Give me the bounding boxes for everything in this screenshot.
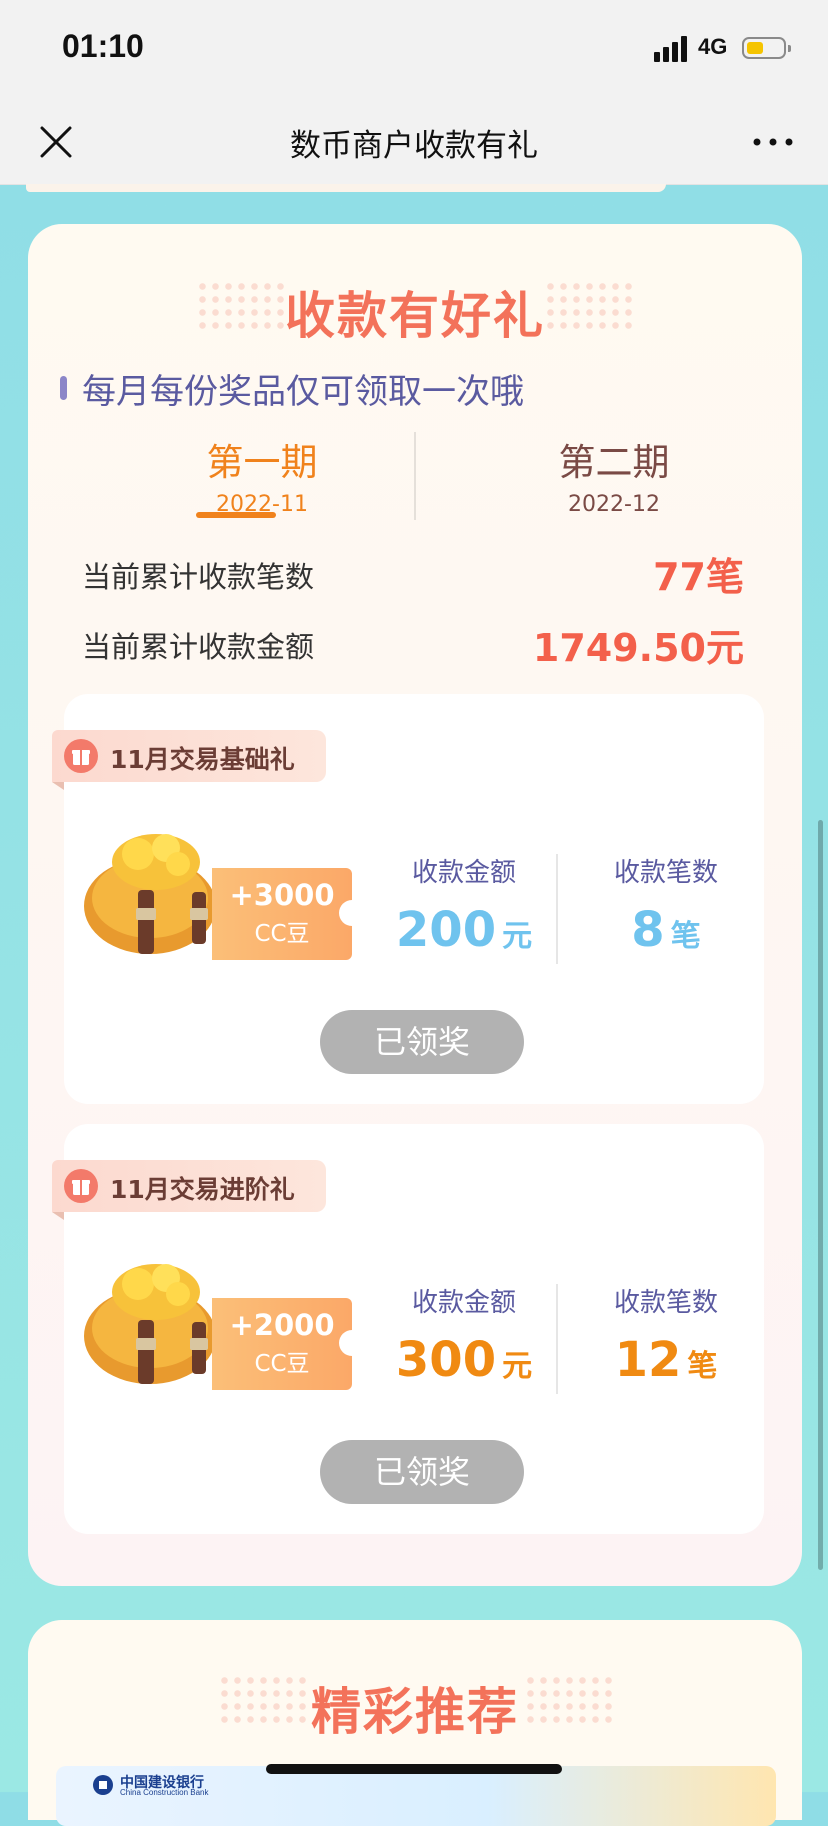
amount-label: 收款金额 xyxy=(411,858,516,888)
count-value: 12 笔 xyxy=(576,1332,756,1388)
battery-icon xyxy=(742,37,791,59)
section-title: 收款有好礼 xyxy=(285,287,545,345)
active-tab-indicator xyxy=(196,512,276,518)
more-icon[interactable] xyxy=(750,128,796,156)
reward-panel-advanced: 11月交易进阶礼 +2000 CC豆 收款金额 300 元 收款笔数 12 笔 已领… xyxy=(52,1124,764,1534)
cc-unit: CC豆 xyxy=(254,921,310,947)
recommend-title: 精彩推荐 xyxy=(311,1683,519,1741)
cc-amount: +3000 xyxy=(229,878,335,912)
reward-tag-label: 11月交易进阶礼 xyxy=(110,1175,295,1204)
stat-amount-label: 当前累计收款金额 xyxy=(82,630,315,664)
status-bar: 01:10 4G xyxy=(0,0,828,100)
reward-tag-label: 11月交易基础礼 xyxy=(110,745,295,774)
cc-unit: CC豆 xyxy=(254,1351,310,1377)
previous-card-edge xyxy=(26,184,666,192)
count-value: 8笔 xyxy=(576,902,756,958)
bank-name-en: China Construction Bank xyxy=(120,1788,209,1797)
gift-icon xyxy=(64,739,98,773)
network-type: 4G xyxy=(698,34,728,59)
amount-unit: 元 xyxy=(502,1349,533,1384)
stat-amount-value: 1749.50元 xyxy=(532,626,744,670)
period-name: 第二期 xyxy=(558,441,670,484)
amount-unit: 元 xyxy=(502,919,533,954)
home-indicator[interactable] xyxy=(266,1764,562,1774)
tab-period-2[interactable]: 第二期 2022-12 xyxy=(494,432,734,517)
recommend-card: 精彩推荐 中国建设银行 China Construction Bank xyxy=(28,1620,802,1826)
scrollbar[interactable] xyxy=(818,820,823,1570)
cc-amount: +2000 xyxy=(229,1308,335,1342)
period-divider xyxy=(414,432,416,520)
notice-text: 每月每份奖品仅可领取一次哦 xyxy=(82,372,524,412)
cc-coupon: +2000 CC豆 xyxy=(212,1298,365,1390)
stat-count-value: 77笔 xyxy=(653,555,744,599)
amount-value: 200 元 xyxy=(374,902,554,958)
bank-logo-icon xyxy=(93,1775,113,1795)
amount-number: 300 xyxy=(395,1332,497,1388)
count-label: 收款笔数 xyxy=(613,858,718,888)
amount-value: 300 元 xyxy=(374,1332,554,1388)
page-title: 数币商户收款有礼 xyxy=(290,128,538,164)
reward-card: 收款有好礼 每月每份奖品仅可领取一次哦 第一期 2022-11 第二期 2022… xyxy=(28,224,802,1586)
count-unit: 笔 xyxy=(670,919,701,954)
reward-panel-basic: 11月交易基础礼 +3000 CC豆 收款金额 200 元 收款笔数 8笔 已领奖 xyxy=(52,694,764,1104)
amount-label: 收款金额 xyxy=(411,1288,516,1318)
notice-marker xyxy=(60,376,67,400)
count-number: 8 xyxy=(631,902,665,958)
coin-bag-icon xyxy=(84,834,216,954)
claimed-button[interactable]: 已领奖 xyxy=(320,1010,524,1074)
reward-tag: 11月交易进阶礼 xyxy=(52,1160,326,1220)
tab-period-1[interactable]: 第一期 2022-11 xyxy=(142,432,382,517)
period-name: 第一期 xyxy=(206,441,318,484)
count-number: 12 xyxy=(614,1332,682,1388)
count-unit: 笔 xyxy=(687,1349,718,1384)
stat-count-label: 当前累计收款笔数 xyxy=(82,560,315,594)
coin-bag-icon xyxy=(84,1264,216,1384)
signal-icon xyxy=(654,36,687,62)
nav-bar: 数币商户收款有礼 xyxy=(0,100,828,185)
amount-number: 200 xyxy=(395,902,497,958)
column-divider xyxy=(556,854,558,964)
reward-tag: 11月交易基础礼 xyxy=(52,730,326,790)
gift-icon xyxy=(64,1169,98,1203)
cc-coupon: +3000 CC豆 xyxy=(212,868,365,960)
promo-banner[interactable]: 中国建设银行 China Construction Bank xyxy=(56,1766,776,1826)
claimed-button[interactable]: 已领奖 xyxy=(320,1440,524,1504)
status-time: 01:10 xyxy=(62,28,144,64)
count-label: 收款笔数 xyxy=(613,1288,718,1318)
column-divider xyxy=(556,1284,558,1394)
period-date: 2022-12 xyxy=(568,492,660,517)
